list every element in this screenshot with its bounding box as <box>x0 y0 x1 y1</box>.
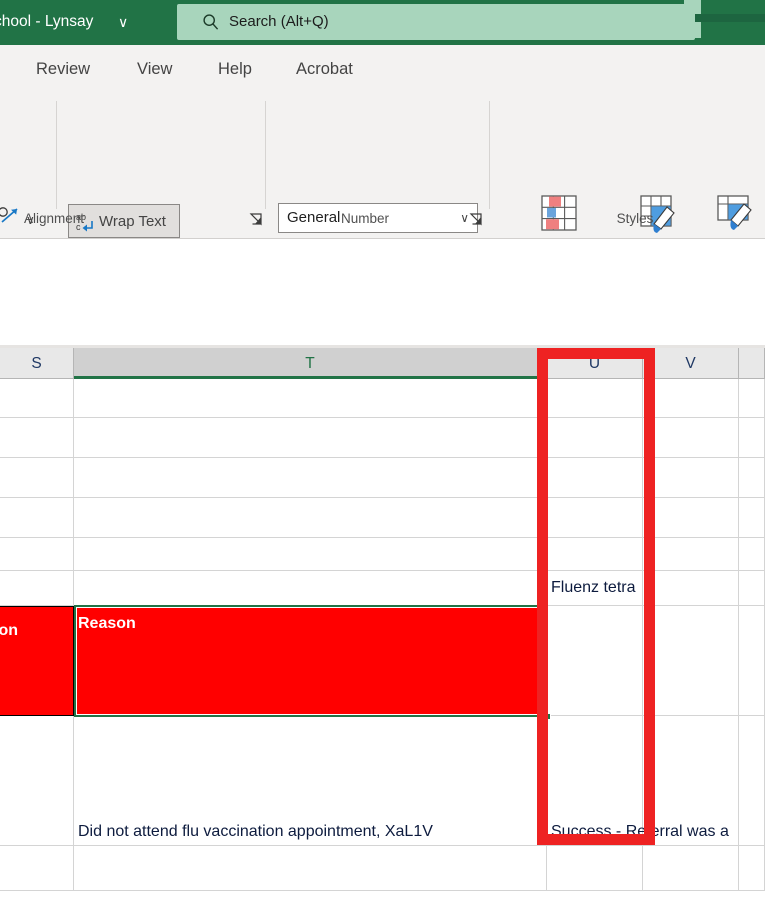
cell-S-r6[interactable] <box>0 571 74 606</box>
column-header-row: S T U V <box>0 348 765 379</box>
excel-window: chool - Lynsay ∨ Search (Alt+Q) Review V… <box>0 0 765 904</box>
cell-T-r1[interactable] <box>74 379 547 418</box>
cell-V-r7[interactable] <box>643 606 739 716</box>
alignment-dialog-launcher-icon[interactable] <box>248 211 264 227</box>
tab-view[interactable]: View <box>131 45 178 93</box>
cell-T-reason[interactable]: Reason <box>74 606 547 716</box>
tab-acrobat[interactable]: Acrobat <box>290 45 359 93</box>
cell-U-success[interactable]: Success - Referral was a <box>547 716 643 846</box>
cell-U-r1[interactable] <box>547 379 643 418</box>
column-header-S[interactable]: S <box>0 348 74 379</box>
cell-T-r2[interactable] <box>74 418 547 458</box>
tab-help[interactable]: Help <box>212 45 258 93</box>
group-separator <box>56 101 57 209</box>
cell-W-r1[interactable] <box>739 379 765 418</box>
cell-S-header-text-inner: nation n? <box>0 622 18 670</box>
cell-V-r6[interactable] <box>643 571 739 606</box>
group-label-alignment: Alignment <box>4 211 104 226</box>
formula-bar-area[interactable] <box>0 239 765 346</box>
cell-U-fluenz[interactable]: Fluenz tetra <box>547 571 643 606</box>
cell-S-r3[interactable] <box>0 458 74 498</box>
group-label-number: Number <box>300 211 430 226</box>
cell-W-r3[interactable] <box>739 458 765 498</box>
cell-W-r7[interactable] <box>739 606 765 716</box>
group-separator <box>489 101 490 209</box>
cell-S-header[interactable]: nation n? <box>0 606 74 716</box>
cell-S-header-text: nation n? <box>0 615 18 677</box>
column-header-U[interactable]: U <box>547 348 643 379</box>
cell-U-r5[interactable] <box>547 538 643 571</box>
cell-U-r7[interactable] <box>547 606 643 716</box>
column-header-T[interactable]: T <box>74 348 547 379</box>
cell-U-r3[interactable] <box>547 458 643 498</box>
cell-U-r9[interactable] <box>547 846 643 891</box>
cell-S-r1[interactable] <box>0 379 74 418</box>
title-bar: chool - Lynsay ∨ Search (Alt+Q) <box>0 0 765 45</box>
cell-W-r6[interactable] <box>739 571 765 606</box>
cell-U-success-text: Success - Referral was a <box>551 823 729 841</box>
cell-W-r8[interactable] <box>739 716 765 846</box>
cell-W-r5[interactable] <box>739 538 765 571</box>
cell-T-r5[interactable] <box>74 538 547 571</box>
tab-review[interactable]: Review <box>30 45 96 93</box>
cell-S-r4[interactable] <box>0 498 74 538</box>
cell-T-r3[interactable] <box>74 458 547 498</box>
cell-U-fluenz-text: Fluenz tetra <box>551 579 635 597</box>
cell-V-r2[interactable] <box>643 418 739 458</box>
cell-W-r4[interactable] <box>739 498 765 538</box>
cell-S-r2[interactable] <box>0 418 74 458</box>
cell-V-r4[interactable] <box>643 498 739 538</box>
group-separator <box>265 101 266 209</box>
cell-U-r2[interactable] <box>547 418 643 458</box>
cell-T-r9[interactable] <box>74 846 547 891</box>
cell-V-r5[interactable] <box>643 538 739 571</box>
ribbon-tab-bar: Review View Help Acrobat <box>0 45 765 93</box>
search-box[interactable]: Search (Alt+Q) <box>177 4 695 40</box>
spreadsheet-grid[interactable]: S T U V <box>0 348 765 904</box>
cell-W-r2[interactable] <box>739 418 765 458</box>
number-dialog-launcher-icon[interactable] <box>468 211 484 227</box>
cell-S-r9[interactable] <box>0 846 74 891</box>
cell-V-r9[interactable] <box>643 846 739 891</box>
group-label-styles: Styles <box>560 211 710 226</box>
cell-T-dna-text: Did not attend flu vaccination appointme… <box>78 823 433 841</box>
cell-S-r8[interactable] <box>0 716 74 846</box>
wrap-text-label: Wrap Text <box>99 205 166 239</box>
cell-S-r5[interactable] <box>0 538 74 571</box>
search-placeholder-text: Search (Alt+Q) <box>229 4 329 40</box>
ribbon: ∨ ab c <box>0 93 765 239</box>
search-icon <box>202 13 220 31</box>
fill-handle[interactable] <box>544 713 551 720</box>
cell-V-r3[interactable] <box>643 458 739 498</box>
cell-W-r9[interactable] <box>739 846 765 891</box>
document-title: chool - Lynsay <box>0 10 159 34</box>
cell-T-dna[interactable]: Did not attend flu vaccination appointme… <box>74 716 547 846</box>
cell-T-r4[interactable] <box>74 498 547 538</box>
cell-T-r6[interactable] <box>74 571 547 606</box>
column-header-V[interactable]: V <box>643 348 739 379</box>
cell-V-r1[interactable] <box>643 379 739 418</box>
cell-U-r4[interactable] <box>547 498 643 538</box>
titlebar-stripe <box>695 14 765 22</box>
document-title-caret-icon[interactable]: ∨ <box>118 12 128 32</box>
cell-T-reason-text: Reason <box>78 615 136 633</box>
column-header-partial[interactable] <box>739 348 765 379</box>
